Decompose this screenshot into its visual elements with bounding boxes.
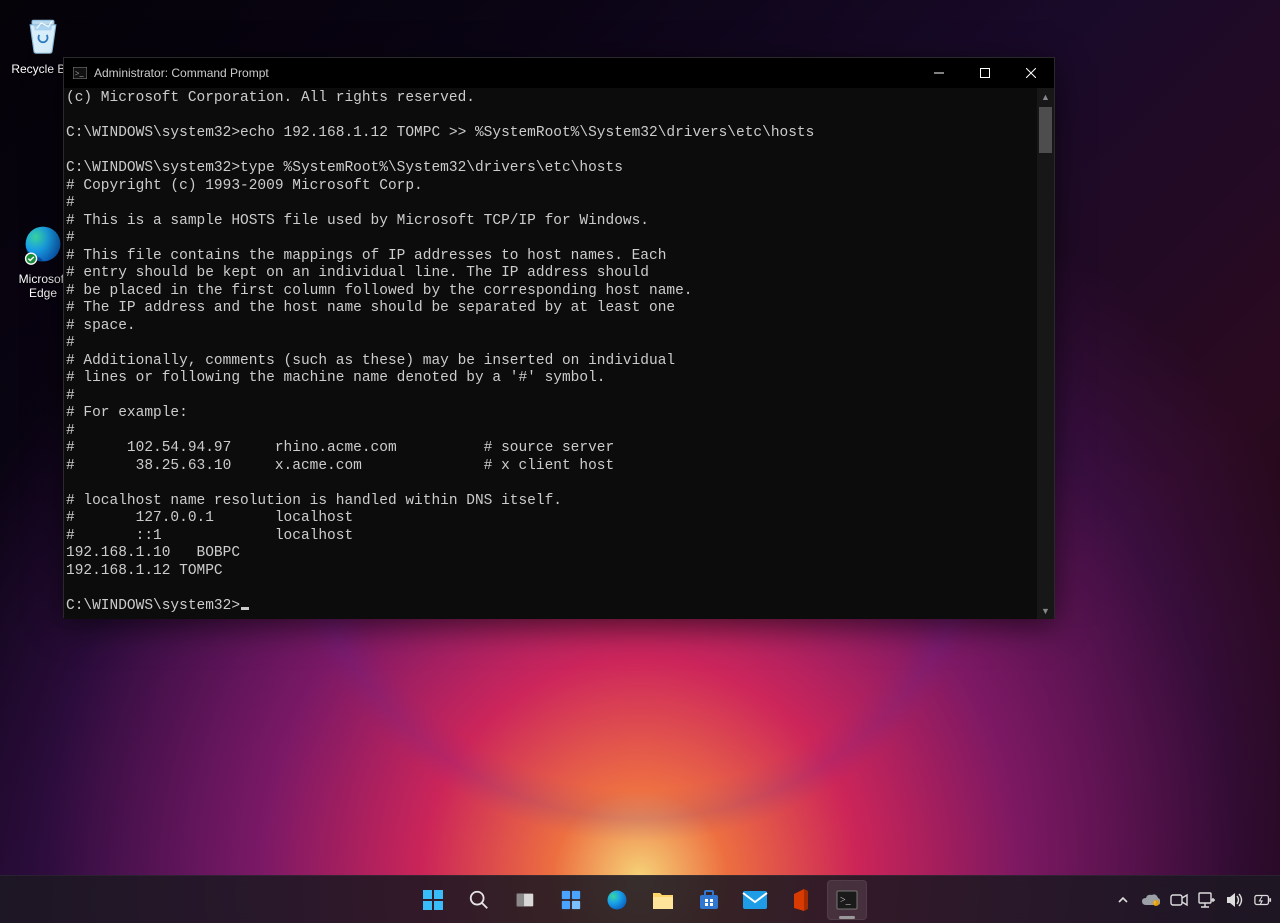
cmd-icon: >_ — [72, 65, 88, 81]
svg-text:>_: >_ — [840, 895, 852, 906]
microsoft-store-button[interactable] — [689, 880, 729, 920]
tray-chevron-icon[interactable] — [1114, 891, 1132, 909]
scroll-up-button[interactable]: ▲ — [1037, 88, 1054, 105]
terminal-output[interactable]: (c) Microsoft Corporation. All rights re… — [64, 88, 1037, 619]
widgets-button[interactable] — [551, 880, 591, 920]
volume-icon[interactable] — [1226, 891, 1244, 909]
svg-text:>_: >_ — [75, 69, 85, 78]
scroll-down-button[interactable]: ▼ — [1037, 602, 1054, 619]
terminal-taskbar-button[interactable]: >_ — [827, 880, 867, 920]
search-button[interactable] — [459, 880, 499, 920]
svg-text:!: ! — [1154, 901, 1155, 906]
battery-icon[interactable] — [1254, 891, 1272, 909]
minimize-button[interactable] — [916, 58, 962, 88]
office-button[interactable] — [781, 880, 821, 920]
scrollbar-thumb[interactable] — [1039, 107, 1052, 153]
file-explorer-button[interactable] — [643, 880, 683, 920]
scrollbar[interactable]: ▲ ▼ — [1037, 88, 1054, 619]
taskbar[interactable]: >_ ! — [0, 875, 1280, 923]
terminal-cursor — [241, 607, 249, 610]
edge-icon — [19, 220, 67, 268]
titlebar[interactable]: >_ Administrator: Command Prompt — [64, 58, 1054, 88]
start-button[interactable] — [413, 880, 453, 920]
meet-now-icon[interactable] — [1170, 891, 1188, 909]
onedrive-icon[interactable]: ! — [1142, 891, 1160, 909]
desktop[interactable]: Recycle Bin Microsoft Edge >_ — [0, 0, 1280, 923]
edge-taskbar-button[interactable] — [597, 880, 637, 920]
taskbar-center: >_ — [413, 876, 867, 923]
mail-button[interactable] — [735, 880, 775, 920]
window-title: Administrator: Command Prompt — [94, 66, 269, 80]
maximize-button[interactable] — [962, 58, 1008, 88]
scrollbar-track[interactable] — [1037, 105, 1054, 602]
system-tray: ! — [1114, 876, 1272, 923]
recycle-bin-icon — [19, 10, 67, 58]
close-button[interactable] — [1008, 58, 1054, 88]
network-icon[interactable] — [1198, 891, 1216, 909]
task-view-button[interactable] — [505, 880, 545, 920]
command-prompt-window[interactable]: >_ Administrator: Command Prompt (c) Mic… — [63, 57, 1055, 618]
